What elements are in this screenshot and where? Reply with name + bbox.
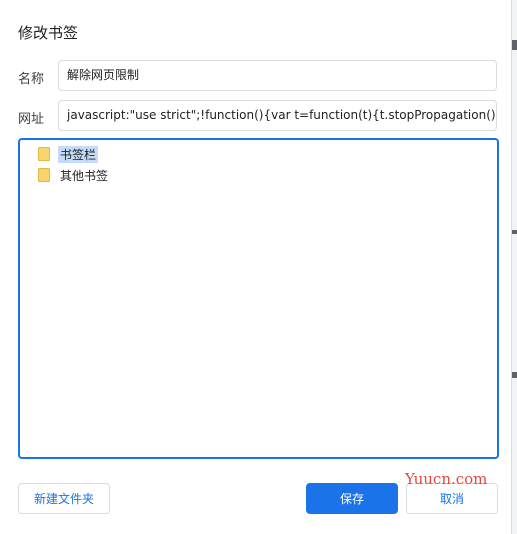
url-input[interactable]: javascript:"use strict";!function(){var … xyxy=(58,100,497,131)
folder-tree[interactable]: 书签栏 其他书签 xyxy=(18,138,499,459)
name-input[interactable]: 解除网页限制 xyxy=(58,60,497,91)
folder-icon xyxy=(38,168,50,182)
save-button[interactable]: 保存 xyxy=(306,483,398,514)
tree-item-label: 其他书签 xyxy=(60,168,109,183)
dialog-title: 修改书签 xyxy=(18,24,79,42)
url-label: 网址 xyxy=(18,112,45,127)
edit-bookmark-dialog: 修改书签 名称 解除网页限制 网址 javascript:"use strict… xyxy=(0,0,512,534)
edge-mark xyxy=(512,230,517,234)
edge-mark xyxy=(512,372,517,378)
edge-mark xyxy=(512,40,517,50)
name-label: 名称 xyxy=(18,72,45,87)
tree-item-bookmarks-bar[interactable]: 书签栏 xyxy=(38,145,99,163)
new-folder-button[interactable]: 新建文件夹 xyxy=(18,483,110,514)
background-window-edge xyxy=(512,0,517,534)
watermark: Yuucn.com xyxy=(405,470,488,488)
folder-icon xyxy=(38,147,50,161)
tree-item-label: 书签栏 xyxy=(58,145,99,163)
tree-item-other-bookmarks[interactable]: 其他书签 xyxy=(38,166,110,184)
